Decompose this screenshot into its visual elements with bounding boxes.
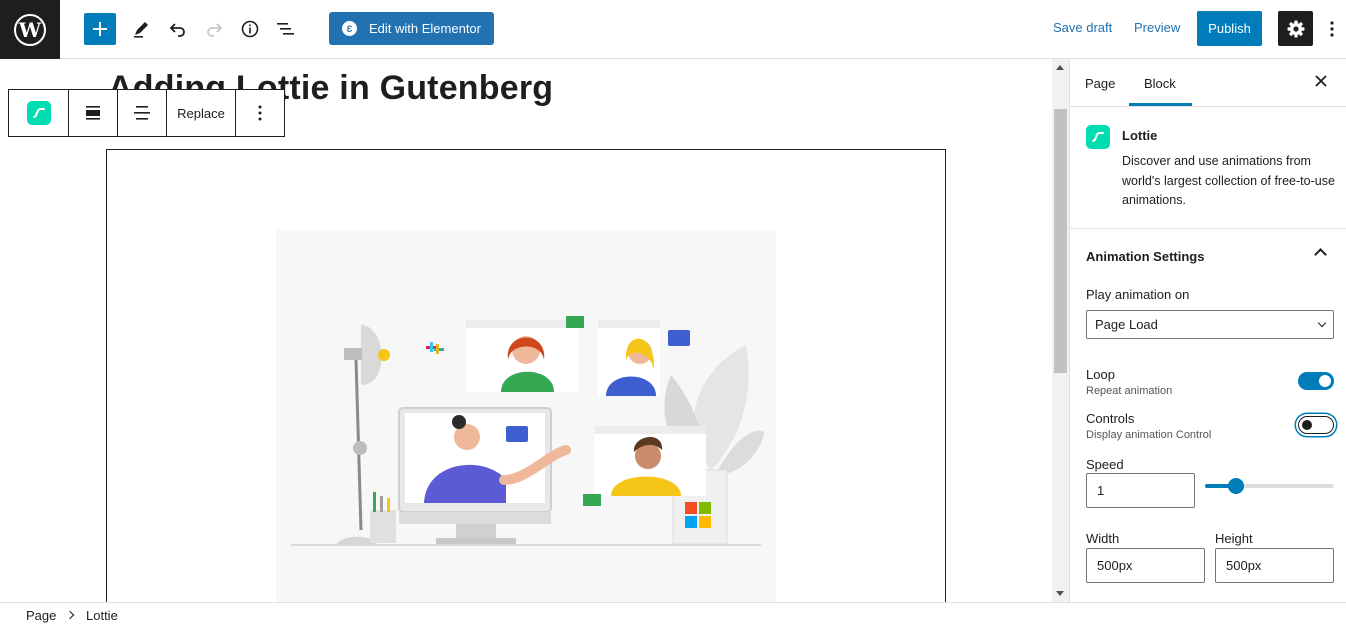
chevron-up-icon[interactable] <box>1314 248 1327 261</box>
edit-with-elementor-label: Edit with Elementor <box>369 21 481 36</box>
width-label: Width <box>1086 531 1120 546</box>
breadcrumb-lottie[interactable]: Lottie <box>86 608 118 623</box>
close-sidebar-button[interactable] <box>1314 72 1328 93</box>
align-wide-icon <box>86 106 100 120</box>
active-tab-indicator <box>1129 103 1192 106</box>
loop-label: Loop <box>1086 367 1115 382</box>
tab-block[interactable]: Block <box>1144 76 1176 91</box>
video-call-illustration <box>291 316 765 546</box>
lottie-icon <box>26 101 51 125</box>
vertical-ellipsis-icon <box>1330 21 1334 37</box>
editor-header: W Ɛ Edit with Elementor Save draft Previ… <box>0 0 1346 59</box>
tab-page[interactable]: Page <box>1085 76 1115 91</box>
add-block-button[interactable] <box>84 13 116 45</box>
redo-button[interactable] <box>199 14 229 44</box>
speed-slider-thumb[interactable] <box>1227 478 1244 494</box>
save-draft-button[interactable]: Save draft <box>1053 20 1112 35</box>
animation-settings-panel-toggle[interactable]: Animation Settings <box>1086 249 1204 264</box>
settings-sidebar: Page Block Lottie Discover and use anima… <box>1069 59 1346 602</box>
sidebar-tabs: Page Block <box>1070 59 1346 107</box>
play-animation-label: Play animation on <box>1086 287 1190 302</box>
lottie-block[interactable] <box>106 149 946 602</box>
wordpress-icon: W <box>14 13 46 46</box>
list-view-icon <box>277 23 294 35</box>
info-icon <box>241 20 259 38</box>
gear-icon <box>1287 20 1304 37</box>
redo-icon <box>207 23 223 37</box>
height-input[interactable]: 500px <box>1215 548 1334 583</box>
editor-canvas: Adding Lottie in Gutenberg Replace <box>0 59 1052 602</box>
controls-help: Display animation Control <box>1086 429 1212 441</box>
plus-icon <box>93 22 107 36</box>
scroll-down-arrow[interactable] <box>1056 591 1064 596</box>
align-center-icon <box>134 106 150 120</box>
align-center-button[interactable] <box>118 90 167 136</box>
block-toolbar: Replace <box>8 89 285 137</box>
divider <box>1070 228 1346 229</box>
undo-icon <box>169 23 185 37</box>
controls-label: Controls <box>1086 411 1135 426</box>
preview-button[interactable]: Preview <box>1134 20 1180 35</box>
chevron-right-icon <box>65 610 75 620</box>
edit-with-elementor-button[interactable]: Ɛ Edit with Elementor <box>329 12 494 45</box>
edit-tools-button[interactable] <box>126 14 156 44</box>
height-label: Height <box>1215 531 1253 546</box>
align-wide-button[interactable] <box>69 90 118 136</box>
replace-button[interactable]: Replace <box>167 90 236 136</box>
block-type-switcher[interactable] <box>9 90 69 136</box>
breadcrumb-page[interactable]: Page <box>26 608 56 623</box>
play-animation-value: Page Load <box>1095 317 1158 332</box>
block-card-description: Discover and use animations from world's… <box>1122 154 1335 207</box>
elementor-icon: Ɛ <box>342 21 357 36</box>
settings-button[interactable] <box>1278 11 1313 46</box>
publish-button[interactable]: Publish <box>1197 11 1262 46</box>
list-view-button[interactable] <box>271 14 301 44</box>
controls-toggle[interactable] <box>1298 416 1334 434</box>
width-input[interactable]: 500px <box>1086 548 1205 583</box>
lottie-block-icon <box>1086 125 1110 149</box>
loop-toggle[interactable] <box>1298 372 1334 390</box>
canvas-scrollbar[interactable] <box>1052 59 1069 602</box>
play-animation-select[interactable]: Page Load <box>1086 310 1334 339</box>
chevron-down-icon <box>1317 318 1327 328</box>
speed-slider[interactable] <box>1205 478 1334 494</box>
lottie-animation-preview <box>276 230 776 602</box>
vertical-ellipsis-icon <box>258 105 262 121</box>
close-icon <box>1315 75 1327 87</box>
details-button[interactable] <box>235 14 265 44</box>
scrollbar-thumb[interactable] <box>1054 109 1067 373</box>
block-options-button[interactable] <box>236 90 284 136</box>
loop-help: Repeat animation <box>1086 385 1173 397</box>
pencil-icon <box>134 22 148 38</box>
undo-button[interactable] <box>163 14 193 44</box>
wordpress-logo-button[interactable]: W <box>0 0 60 59</box>
block-card-title: Lottie <box>1122 128 1158 143</box>
speed-label: Speed <box>1086 457 1124 472</box>
speed-input[interactable]: 1 <box>1086 473 1195 508</box>
scroll-up-arrow[interactable] <box>1056 65 1064 70</box>
block-breadcrumb: Page Lottie <box>0 602 1346 627</box>
options-menu-button[interactable] <box>1322 16 1342 42</box>
